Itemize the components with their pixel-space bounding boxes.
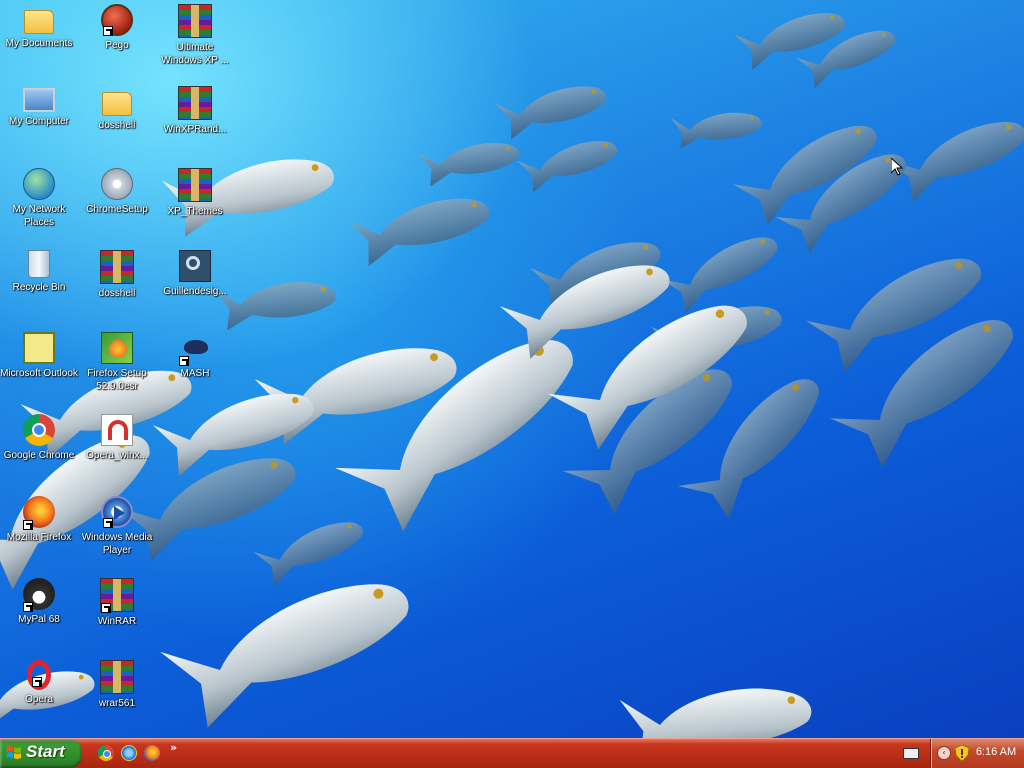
desktop-icon-opera[interactable]: Opera [0,658,78,738]
quicklaunch-internet-explorer-icon[interactable] [121,745,137,761]
winrar-archive-icon [178,4,212,38]
media-player-icon [101,496,133,528]
winrar-archive-icon [178,86,212,120]
shortcut-arrow-icon [179,356,189,366]
winrar-archive-icon [100,250,134,284]
setup-disc-icon [101,168,133,200]
desktop-icon-windows-media-player[interactable]: Windows Media Player [78,494,156,574]
start-label: Start [26,742,65,761]
mouse-pointer-icon [891,158,903,176]
desktop-icon-my-network-places[interactable]: My Network Places [0,166,78,246]
taskbar-clock[interactable]: 6:16 AM [971,746,1021,758]
computer-icon [23,88,55,112]
quicklaunch-firefox-icon[interactable] [144,745,160,761]
desktop-icon-dosshell-folder[interactable]: dosshell [78,84,156,164]
desktop-icon-microsoft-outlook[interactable]: Microsoft Outlook [0,330,78,410]
desktop-icon-my-documents[interactable]: My Documents [0,2,78,82]
outlook-icon [23,332,55,364]
documents-folder-icon [24,10,54,34]
mash-icon [179,332,211,366]
desktop-icon-recycle-bin[interactable]: Recycle Bin [0,248,78,328]
opera-icon [27,660,51,690]
desktop-icon-winxprand[interactable]: WinXPRand... [156,84,234,164]
folder-icon [102,92,132,116]
shortcut-arrow-icon [103,26,113,36]
desktop-icon-dosshell-archive[interactable]: dosshell [78,248,156,328]
pego-icon [101,4,133,36]
recycle-bin-icon [28,250,50,278]
desktop-icon-guillendesign[interactable]: Guillendesig... [156,248,234,328]
start-button[interactable]: Start [0,739,82,768]
taskbar: Start » ‹ 6:16 AM [0,738,1024,768]
shortcut-arrow-icon [32,677,42,687]
winrar-archive-icon [178,168,212,202]
windows-flag-icon [7,746,21,759]
shortcut-arrow-icon [23,602,33,612]
quicklaunch-overflow-chevron[interactable]: » [170,741,177,754]
show-hidden-icons-chevron[interactable]: ‹ [937,746,951,760]
desktop-icon-google-chrome[interactable]: Google Chrome [0,412,78,492]
desktop-icon-opera-winxp[interactable]: Opera_winx... [78,412,156,492]
desktop-icon-pego[interactable]: Pego [78,2,156,82]
opera-installer-icon [101,414,133,446]
desktop-icon-firefox-setup[interactable]: Firefox Setup 52.9.0esr [78,330,156,410]
desktop-icon-wrar561[interactable]: wrar561 [78,658,156,738]
desktop-icon-winrar[interactable]: WinRAR [78,576,156,656]
shortcut-arrow-icon [101,603,111,613]
winrar-archive-icon [100,660,134,694]
firefox-installer-icon [101,332,133,364]
network-globe-icon [23,168,55,200]
chrome-icon [23,414,55,446]
desktop-icon-chromesetup[interactable]: ChromeSetup [78,166,156,246]
winrar-icon [100,578,134,613]
security-shield-icon[interactable] [955,745,969,761]
system-tray: ‹ 6:16 AM [930,739,1024,768]
quicklaunch-chrome-icon[interactable] [98,745,114,761]
desktop-icon-mypal-68[interactable]: MyPal 68 [0,576,78,656]
firefox-icon [23,496,55,530]
desktop-icon-ultimate-windows-xp[interactable]: Ultimate Windows XP ... [156,2,234,82]
keyboard-language-icon[interactable] [903,748,919,759]
shortcut-arrow-icon [103,518,113,528]
mypal-raccoon-icon [23,578,55,612]
shortcut-arrow-icon [23,520,33,530]
magnifier-icon [179,250,211,282]
desktop-icon-my-computer[interactable]: My Computer [0,84,78,164]
desktop-icon-mozilla-firefox[interactable]: Mozilla Firefox [0,494,78,574]
desktop-icon-xp-themes[interactable]: XP_Themes [156,166,234,246]
desktop-icon-mash[interactable]: MASH [156,330,234,410]
